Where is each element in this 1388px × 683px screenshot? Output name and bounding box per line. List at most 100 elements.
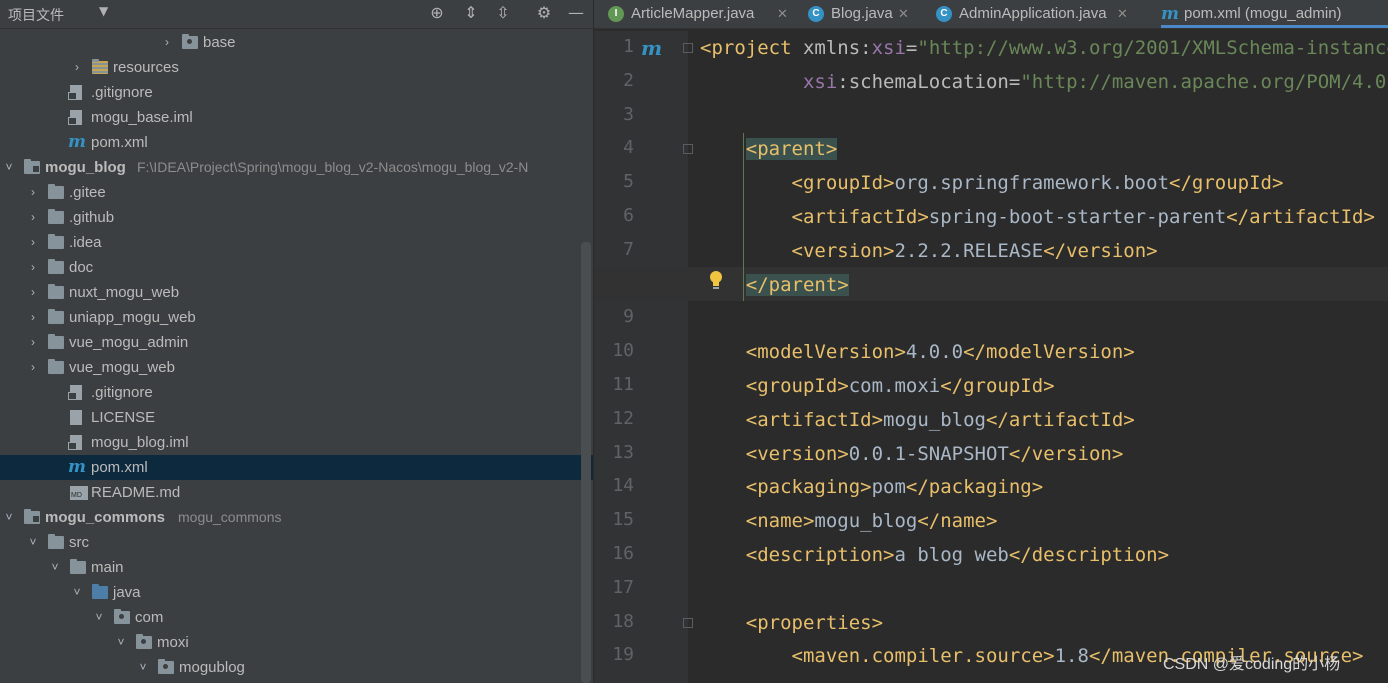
code-line[interactable]: <properties> [700,606,883,640]
chevron-down-icon[interactable]: ˅ [114,630,128,655]
code-token: </groupId> [940,375,1055,397]
close-icon[interactable]: ✕ [1117,0,1128,28]
tree-item-gitignore[interactable]: .gitignore [0,80,593,105]
tree-item-gitignore[interactable]: .gitignore [0,380,593,405]
tree-item-github[interactable]: › .github [0,205,593,230]
code-line[interactable]: <description>a blog web</description> [700,538,1169,572]
tree-item-label: pom.xml [91,134,148,151]
chevron-right-icon[interactable]: › [26,205,40,230]
chevron-down-icon[interactable]: ˅ [48,555,62,580]
chevron-down-icon[interactable]: ˅ [70,580,84,605]
chevron-right-icon[interactable]: › [26,355,40,380]
file-ignore-icon [68,85,82,100]
chevron-down-icon[interactable]: ˅ [136,655,150,680]
tree-item-mogu-blog-iml[interactable]: mogu_blog.iml [0,430,593,455]
code-line[interactable]: <version>2.2.2.RELEASE</version> [700,234,1158,268]
lightbulb-icon[interactable] [708,270,724,290]
code-line[interactable]: xsi:schemaLocation="http://maven.apache.… [700,65,1388,99]
code-line[interactable]: <groupId>org.springframework.boot</group… [700,166,1284,200]
chevron-down-icon[interactable]: ▼ [99,4,108,18]
tree-item-mogu-commons[interactable]: ˅ mogu_commons mogu_commons [0,505,593,530]
chevron-down-icon[interactable]: ˅ [2,505,16,530]
chevron-right-icon[interactable]: › [26,180,40,205]
editor-tab[interactable]: m pom.xml (mogu_admin) [1161,0,1388,28]
project-scrollbar[interactable] [581,242,591,683]
tree-item-resources[interactable]: › resources [0,55,593,80]
gear-icon[interactable]: ⚙ [534,3,554,23]
tree-item-pom-xml[interactable]: m pom.xml [0,455,593,480]
tree-item-com[interactable]: ˅ com [0,605,593,630]
code-line[interactable]: <artifactId>mogu_blog</artifactId> [700,403,1135,437]
code-line[interactable]: <parent> [700,132,838,166]
tree-item-label: src [69,534,89,551]
folder-icon [48,234,64,249]
tree-item-mogu-base-iml[interactable]: mogu_base.iml [0,105,593,130]
fold-marker-icon[interactable] [683,617,693,628]
close-icon[interactable]: ✕ [898,0,909,28]
code-line[interactable]: <name>mogu_blog</name> [700,504,998,538]
code-line[interactable]: <artifactId>spring-boot-starter-parent</… [700,200,1375,234]
tree-item-src[interactable]: ˅ src [0,530,593,555]
collapse-all-icon[interactable]: ⇳ [493,3,513,23]
chevron-right-icon[interactable]: › [26,330,40,355]
tree-item-doc[interactable]: › doc [0,255,593,280]
line-number: 19 [612,644,634,666]
tree-item-readme-md[interactable]: MD README.md [0,480,593,505]
code-token: <description> [700,544,895,566]
code-line[interactable]: <modelVersion>4.0.0</modelVersion> [700,335,1135,369]
code-token: :schemaLocation= [837,70,1021,93]
tree-item-mogublog[interactable]: ˅ mogublog [0,655,593,680]
folder-module-icon [24,159,40,174]
tree-item-pom-xml[interactable]: m pom.xml [0,130,593,155]
tree-item-java[interactable]: ˅ java [0,580,593,605]
expand-all-icon[interactable]: ⇕ [461,3,481,23]
code-token: <name> [700,510,815,533]
tree-item-license[interactable]: LICENSE [0,405,593,430]
tree-item-uniapp-mogu-web[interactable]: › uniapp_mogu_web [0,305,593,330]
tree-item-label: pom.xml [91,459,148,476]
watermark: CSDN @爱coding的小杨 [1163,656,1341,673]
maven-gutter-icon[interactable]: m [641,36,662,60]
tree-item-main[interactable]: ˅ main [0,555,593,580]
tree-item-idea[interactable]: › .idea [0,230,593,255]
folder-icon [48,534,64,549]
folder-package-icon [182,34,198,49]
chevron-right-icon[interactable]: › [26,305,40,330]
tree-item-moxi[interactable]: ˅ moxi [0,630,593,655]
line-number: 5 [623,171,634,193]
code-token: </packaging> [905,476,1044,499]
chevron-right-icon[interactable]: › [160,30,174,55]
tree-item-label: .gitee [69,184,106,201]
tree-item-base[interactable]: › base [0,30,593,55]
chevron-down-icon[interactable]: ˅ [2,155,16,180]
project-view-title[interactable]: 项目文件 [8,5,64,25]
code-line[interactable]: <version>0.0.1-SNAPSHOT</version> [700,437,1124,471]
code-line[interactable]: <packaging>pom</packaging> [700,470,1043,504]
tree-item-vue-mogu-web[interactable]: › vue_mogu_web [0,355,593,380]
chevron-right-icon[interactable]: › [26,230,40,255]
tree-item-mogu-blog[interactable]: ˅ mogu_blog F:\IDEA\Project\Spring\mogu_bl… [0,155,593,180]
tree-item-vue-mogu-admin[interactable]: › vue_mogu_admin [0,330,593,355]
fold-marker-icon[interactable] [683,144,693,155]
chevron-down-icon[interactable]: ˅ [26,530,40,555]
code-token: <version> [700,442,849,465]
editor-tab[interactable]: C AdminApplication.java ✕ [936,0,1136,28]
file-icon [70,410,82,425]
code-line[interactable]: <project xmlns:xsi="http://www.w3.org/20… [700,31,1388,65]
hide-icon[interactable]: — [566,3,586,23]
code-token: <artifactId> [700,206,929,228]
editor-tab[interactable]: I ArticleMapper.java ✕ [608,0,808,28]
chevron-right-icon[interactable]: › [26,255,40,280]
code-token: 1.8 [1054,645,1089,668]
tree-item-gitee[interactable]: › .gitee [0,180,593,205]
tree-item-nuxt-mogu-web[interactable]: › nuxt_mogu_web [0,280,593,305]
fold-marker-icon[interactable] [683,43,693,53]
locate-icon[interactable]: ⊕ [427,3,447,23]
code-token: </groupId> [1169,172,1284,195]
close-icon[interactable]: ✕ [777,0,788,28]
chevron-down-icon[interactable]: ˅ [92,605,106,630]
chevron-right-icon[interactable]: › [26,280,40,305]
code-line[interactable]: <groupId>com.moxi</groupId> [700,369,1055,403]
chevron-right-icon[interactable]: › [70,55,84,80]
code-token: <artifactId> [700,408,884,431]
